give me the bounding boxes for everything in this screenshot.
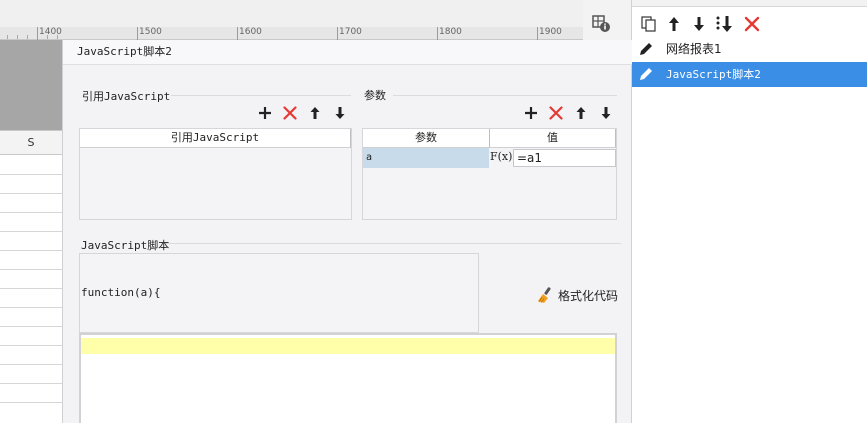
code-preview: function(a){ [79,253,479,333]
add-param-button[interactable] [522,104,540,122]
code-editor[interactable] [79,333,617,423]
ref-table[interactable]: 引用JavaScript [79,128,352,220]
list-item-label: 网络报表1 [666,42,722,56]
arrow-down-icon[interactable] [689,14,709,34]
arrow-up-icon[interactable] [664,14,684,34]
delete-param-button[interactable] [547,104,565,122]
broom-icon [538,287,551,303]
ruler-label: 1400 [39,27,62,37]
sheet-toolbar-area [0,0,583,27]
pencil-icon [638,66,654,82]
param-name-column-header: 参数 [363,129,490,148]
arrow-up-icon [576,107,586,119]
sheet-grid[interactable]: S [0,130,62,423]
ref-column-header: 引用JavaScript [80,129,351,148]
script-section-title: JavaScript脚本 [81,239,170,252]
horizontal-ruler: 1400 1500 1600 1700 1800 1900 [0,27,583,40]
delete-ref-button[interactable] [281,104,299,122]
list-item-selected[interactable]: JavaScript脚本2 [632,62,867,87]
widget-settings-icon[interactable] [590,13,612,33]
javascript-dialog: JavaScript脚本2 引用JavaScript 引用JavaScript … [62,40,632,423]
right-panel-toolbar [632,8,867,36]
ruler-label: 1800 [439,27,462,37]
editor-current-line [81,338,615,354]
format-code-label: 格式化代码 [558,288,619,303]
ruler-label: 1700 [339,27,362,37]
delete-x-icon [283,106,297,120]
move-ref-down-button[interactable] [331,104,349,122]
delete-x-icon[interactable] [742,14,762,34]
ruler-label: 1900 [539,27,562,37]
param-name-cell[interactable]: a [363,148,489,168]
plus-icon [525,107,537,119]
add-ref-button[interactable] [256,104,274,122]
pencil-icon [638,41,654,57]
plus-icon [259,107,271,119]
move-ref-up-button[interactable] [306,104,324,122]
code-preview-text: function(a){ [81,286,161,299]
delete-x-icon [549,106,563,120]
arrow-down-icon [335,107,345,119]
move-param-down-button[interactable] [597,104,615,122]
param-value-input[interactable]: =a1 [513,149,616,167]
column-header-s[interactable]: S [0,131,62,155]
sheet-gray-area [0,40,62,130]
arrow-down-icon [601,107,611,119]
formula-button[interactable]: F(x) [490,148,512,168]
right-panel-header [632,0,867,7]
right-panel: 网络报表1 JavaScript脚本2 [631,0,867,423]
move-down-icon[interactable] [715,14,735,34]
copy-icon[interactable] [639,14,659,34]
move-param-up-button[interactable] [572,104,590,122]
param-table[interactable]: 参数 值 a F(x) =a1 [362,128,617,220]
arrow-up-icon [310,107,320,119]
format-code-button[interactable]: 格式化代码 [536,285,622,305]
ruler-label: 1600 [239,27,262,37]
list-item[interactable]: 网络报表1 [632,37,867,62]
list-item-label: JavaScript脚本2 [666,68,761,81]
param-section-title: 参数 [364,89,386,102]
ref-section-title: 引用JavaScript [82,90,171,103]
dialog-title: JavaScript脚本2 [63,40,632,65]
ruler-label: 1500 [139,27,162,37]
param-value-column-header: 值 [490,129,616,148]
